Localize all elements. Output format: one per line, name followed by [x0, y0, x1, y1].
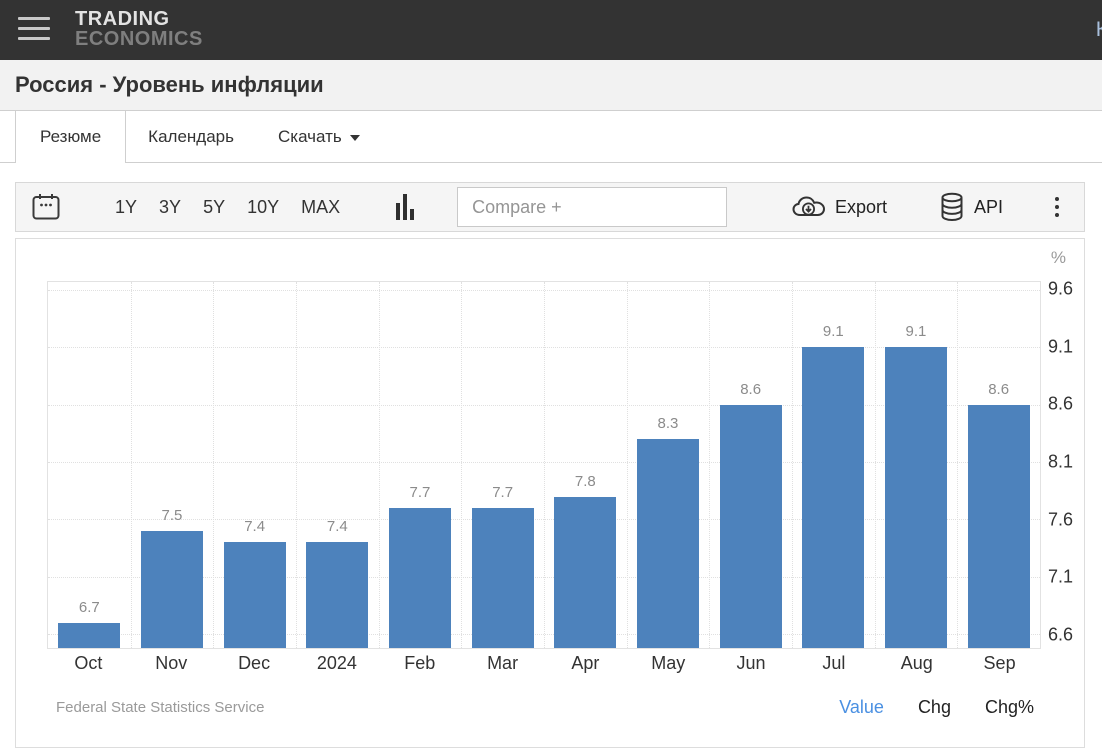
api-button[interactable]: API — [939, 192, 1003, 222]
footer-link-chg[interactable]: Chg — [918, 697, 951, 718]
bar[interactable] — [306, 542, 369, 648]
y-tick-label: 7.1 — [1048, 566, 1074, 587]
api-label: API — [973, 196, 1003, 217]
bar-value-label: 9.1 — [905, 323, 927, 341]
y-tick-label: 8.6 — [1048, 393, 1074, 414]
bar-column: 8.6 — [709, 282, 792, 648]
calendar-icon[interactable] — [31, 192, 61, 222]
bar-value-label: 7.5 — [161, 506, 183, 524]
bar-value-label: 7.8 — [574, 472, 596, 490]
tab-резюме[interactable]: Резюме — [15, 111, 127, 163]
x-axis-label: Mar — [487, 653, 519, 673]
range-buttons: 1Y 3Y 5Y 10Y MAX — [104, 197, 351, 218]
x-axis-label: Dec — [238, 653, 271, 673]
y-axis-labels: 9.6 9.1 8.6 8.1 7.6 7.1 6.6 — [1048, 278, 1084, 649]
y-tick-label: 7.6 — [1048, 509, 1074, 530]
range-button-10y[interactable]: 10Y — [236, 197, 290, 218]
bar-column: 7.8 — [544, 282, 627, 648]
bar-column: 8.3 — [627, 282, 710, 648]
compare-input[interactable] — [457, 187, 728, 227]
chart-card: % 6.7 7.5 7.4 7.4 7.7 7.7 7.8 8.3 8.6 9.1 9.1 8.6 9… — [15, 238, 1085, 748]
x-axis-label: Jul — [822, 653, 846, 673]
bar-value-label: 9.1 — [822, 323, 844, 341]
bar-column: 7.4 — [296, 282, 379, 648]
bar-value-label: 7.4 — [244, 518, 266, 536]
bar-value-label: 6.7 — [78, 598, 100, 616]
x-axis-label: Feb — [404, 653, 436, 673]
source-attribution: Federal State Statistics Service — [56, 699, 265, 716]
bar[interactable] — [223, 542, 286, 648]
footer-link-chgpct[interactable]: Chg% — [985, 697, 1034, 718]
plot-area[interactable]: 6.7 7.5 7.4 7.4 7.7 7.7 7.8 8.3 8.6 9.1 9.1 8.6 — [47, 281, 1041, 649]
x-axis-label: Sep — [983, 653, 1016, 673]
bar-value-label: 7.7 — [409, 484, 431, 502]
cloud-download-icon — [792, 196, 825, 216]
x-axis-label: Apr — [571, 653, 600, 673]
logo-line1: TRADING — [75, 8, 170, 30]
app-header: TRADING ECONOMICS К — [0, 0, 1102, 60]
bar-column: 9.1 — [792, 282, 875, 648]
x-axis-label: 2024 — [316, 653, 357, 673]
title-strip: Россия - Уровень инфляции — [0, 60, 1102, 110]
x-axis-label: Jun — [736, 653, 766, 673]
x-axis-label: Aug — [900, 653, 933, 673]
bar[interactable] — [471, 508, 534, 648]
y-tick-label: 9.6 — [1048, 278, 1074, 299]
bar-column: 7.7 — [379, 282, 462, 648]
footer-link-value[interactable]: Value — [839, 697, 884, 718]
bar-value-label: 8.3 — [657, 415, 679, 433]
bar[interactable] — [140, 530, 203, 648]
range-button-1y[interactable]: 1Y — [104, 197, 148, 218]
header-partial-text[interactable]: К — [1096, 18, 1102, 42]
kebab-menu-icon[interactable] — [1055, 195, 1059, 219]
bar[interactable] — [802, 347, 865, 648]
bar-column: 7.7 — [461, 282, 544, 648]
bar[interactable] — [967, 404, 1030, 648]
bar-value-label: 8.6 — [988, 380, 1010, 398]
chart-toolbar: 1Y3Y5Y10YMAX Export API — [15, 182, 1085, 232]
database-icon — [941, 192, 963, 222]
x-axis-label: Nov — [155, 653, 188, 673]
bar[interactable] — [884, 347, 947, 648]
bar[interactable] — [636, 439, 699, 648]
y-tick-label: 6.6 — [1048, 624, 1074, 645]
y-axis-unit-label: % — [1050, 248, 1066, 267]
bar-column: 6.7 — [48, 282, 131, 648]
tab-bar: Резюме Календарь Скачать — [0, 110, 1102, 163]
bar-chart-icon[interactable] — [396, 194, 417, 220]
x-axis-label: Oct — [74, 653, 103, 673]
bar-column: 9.1 — [875, 282, 958, 648]
bar[interactable] — [58, 622, 121, 648]
bar[interactable] — [388, 508, 451, 648]
logo-line2: ECONOMICS — [75, 28, 203, 50]
bar-column: 7.4 — [213, 282, 296, 648]
bar-value-label: 7.7 — [492, 484, 514, 502]
range-button-max[interactable]: MAX — [290, 197, 351, 218]
export-label: Export — [834, 196, 887, 217]
bar-column: 7.5 — [131, 282, 214, 648]
hamburger-menu-icon[interactable] — [18, 17, 50, 43]
x-axis-labels: Oct Nov Dec 2024 Feb Mar Apr May Jun Jul Aug Sep — [47, 653, 1041, 679]
series-mode-links: Value Chg Chg% — [805, 697, 1034, 718]
bar[interactable] — [719, 404, 782, 648]
toolbar-right: Export API — [792, 192, 1084, 222]
range-button-5y[interactable]: 5Y — [192, 197, 236, 218]
bar[interactable] — [554, 496, 617, 648]
bar-value-label: 8.6 — [740, 380, 762, 398]
export-button[interactable]: Export — [792, 195, 887, 219]
x-axis-label: May — [651, 653, 686, 673]
chevron-down-icon — [349, 134, 360, 141]
bar-column: 8.6 — [957, 282, 1040, 648]
range-button-3y[interactable]: 3Y — [148, 197, 192, 218]
page-title: Россия - Уровень инфляции — [15, 72, 324, 97]
trading-economics-logo[interactable]: TRADING ECONOMICS — [75, 9, 203, 49]
tab-скачать[interactable]: Скачать — [256, 111, 382, 162]
y-tick-label: 9.1 — [1048, 336, 1074, 357]
bar-value-label: 7.4 — [326, 518, 348, 536]
y-tick-label: 8.1 — [1048, 451, 1074, 472]
tab-календарь[interactable]: Календарь — [126, 111, 256, 162]
